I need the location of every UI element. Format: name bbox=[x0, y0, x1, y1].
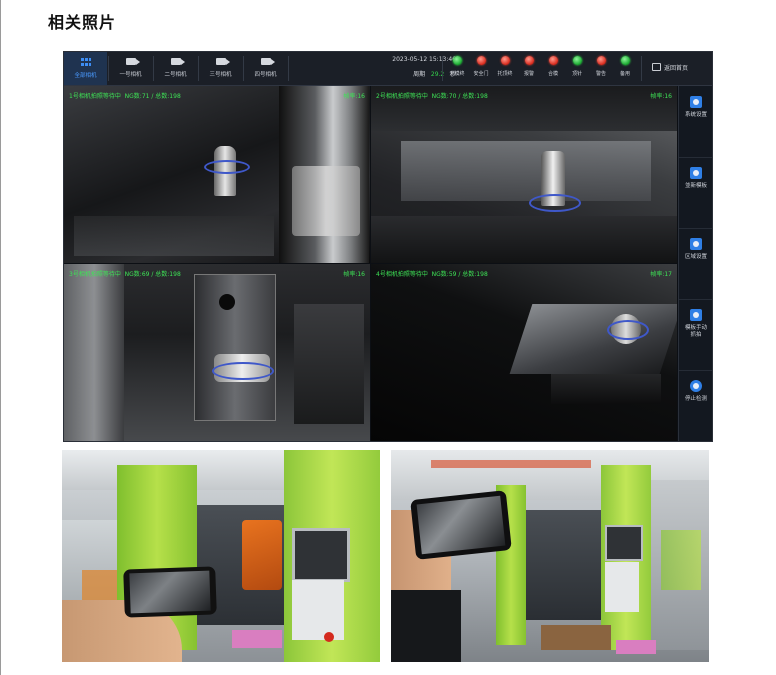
machine-control-screen bbox=[605, 525, 643, 561]
tab-all-cameras[interactable]: 全部相机 bbox=[64, 52, 107, 85]
status-light-icon bbox=[524, 56, 534, 65]
detection-ring bbox=[607, 320, 649, 340]
settings-icon bbox=[690, 96, 702, 108]
capture-icon bbox=[690, 309, 702, 321]
status-light-icon bbox=[452, 56, 462, 65]
camera-view-4[interactable]: 4号相机拍照等待中 NG数:59 / 总数:198 帧率:17 bbox=[371, 264, 677, 441]
indicator-safety-door: 安全门 bbox=[469, 56, 493, 77]
right-sidebar: 系统设置 並新模板 区域设置 模板手动抓拍 停止检测 bbox=[678, 86, 712, 441]
camera-icon bbox=[260, 58, 275, 65]
camera-icon bbox=[215, 58, 230, 65]
vision-monitor-screenshot: 全部相机 一号相机 二号相机 三号相机 四号相机 2023-05-12 15:1… bbox=[63, 51, 713, 442]
indicator-mold-open: 开模终 bbox=[445, 56, 469, 77]
tab-camera-1[interactable]: 一号相机 bbox=[109, 52, 152, 85]
detection-ring bbox=[529, 194, 581, 212]
cycle-label: 周期 bbox=[413, 71, 426, 78]
status-light-icon bbox=[548, 56, 558, 65]
tab-label: 二号相机 bbox=[164, 72, 187, 78]
machine-keypad bbox=[292, 580, 344, 640]
tab-label: 四号相机 bbox=[254, 72, 277, 78]
region-icon bbox=[690, 238, 702, 250]
photo-phone-at-machine bbox=[62, 450, 380, 662]
tab-label: 一号相机 bbox=[119, 72, 142, 78]
photo-tablet-at-machine bbox=[391, 450, 709, 662]
camera-view-3[interactable]: 3号相机拍照等待中 NG数:69 / 总数:198 帧率:16 bbox=[64, 264, 370, 441]
indicator-spare: 备用 bbox=[613, 56, 637, 77]
template-icon bbox=[690, 167, 702, 179]
section-heading: 相关照片 bbox=[48, 13, 117, 32]
tab-camera-3[interactable]: 三号相机 bbox=[199, 52, 242, 85]
indicator-warning: 警告 bbox=[589, 56, 613, 77]
status-light-icon bbox=[572, 56, 582, 65]
tab-camera-2[interactable]: 二号相机 bbox=[154, 52, 197, 85]
status-light-icon bbox=[620, 56, 630, 65]
person-sleeve bbox=[391, 590, 461, 662]
tab-label: 全部相机 bbox=[74, 73, 97, 79]
status-light-icon bbox=[500, 56, 510, 65]
home-icon bbox=[652, 63, 661, 71]
indicator-ejector-end: 托顶终 bbox=[493, 56, 517, 77]
detection-ring bbox=[204, 160, 250, 174]
camera-icon bbox=[170, 58, 185, 65]
stop-icon bbox=[690, 380, 702, 392]
phone-screen bbox=[129, 570, 211, 614]
system-settings-button[interactable]: 系统设置 bbox=[679, 86, 712, 158]
indicator-alarm: 报警 bbox=[517, 56, 541, 77]
camera-view-1[interactable]: 1号相机拍照等待中 NG数:71 / 总数:198 帧率:16 bbox=[64, 86, 370, 263]
camera-view-2[interactable]: 2号相机拍照等待中 NG数:70 / 总数:198 帧率:16 bbox=[371, 86, 677, 263]
machine-control-screen bbox=[292, 528, 350, 582]
detection-ring bbox=[212, 362, 274, 380]
machine-keypad bbox=[605, 562, 639, 612]
status-light-icon bbox=[596, 56, 606, 65]
grid-icon bbox=[80, 58, 91, 66]
top-toolbar: 全部相机 一号相机 二号相机 三号相机 四号相机 2023-05-12 15:1… bbox=[64, 52, 712, 86]
camera-icon bbox=[125, 58, 140, 65]
indicator-ejector-pin: 顶针 bbox=[565, 56, 589, 77]
tab-camera-4[interactable]: 四号相机 bbox=[244, 52, 287, 85]
tab-label: 三号相机 bbox=[209, 72, 232, 78]
page-left-border bbox=[0, 0, 1, 675]
stop-detection-button[interactable]: 停止检测 bbox=[679, 370, 712, 441]
indicator-mold-close: 合模 bbox=[541, 56, 565, 77]
update-template-button[interactable]: 並新模板 bbox=[679, 157, 712, 229]
manual-capture-button[interactable]: 模板手动抓拍 bbox=[679, 299, 712, 371]
region-settings-button[interactable]: 区域设置 bbox=[679, 228, 712, 300]
status-light-icon bbox=[476, 56, 486, 65]
tablet-screen bbox=[416, 495, 506, 555]
home-button[interactable]: 返回首页 bbox=[652, 63, 688, 72]
